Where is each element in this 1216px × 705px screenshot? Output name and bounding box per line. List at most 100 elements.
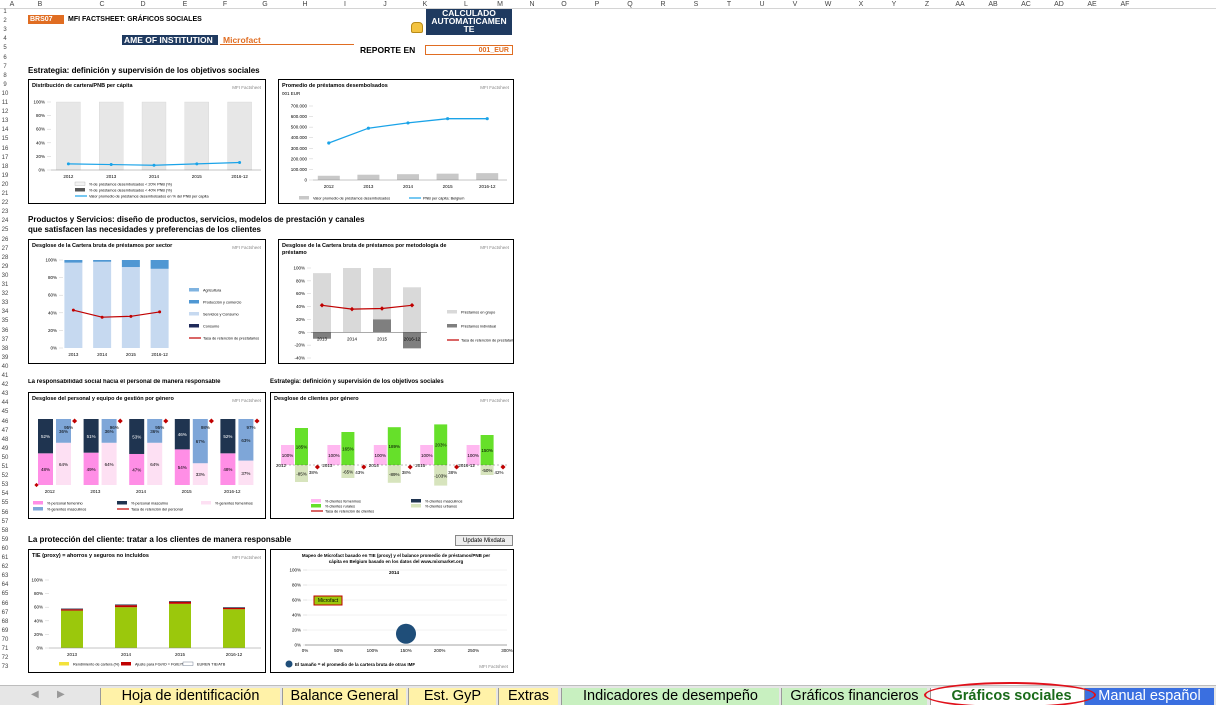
row-number[interactable]: 58: [0, 528, 10, 535]
column-letter[interactable]: G: [245, 0, 285, 9]
row-number[interactable]: 35: [0, 318, 10, 325]
column-letter[interactable]: K: [406, 0, 444, 9]
column-letter[interactable]: M: [484, 0, 516, 9]
column-letter[interactable]: H: [285, 0, 325, 9]
sheet-tab[interactable]: Balance General: [282, 688, 406, 705]
sheet-tab[interactable]: Indicadores de desempeño: [561, 688, 779, 705]
column-letter[interactable]: L: [451, 0, 481, 9]
column-letter[interactable]: AF: [1109, 0, 1141, 9]
row-number[interactable]: 33: [0, 300, 10, 307]
row-number[interactable]: 21: [0, 191, 10, 198]
row-number[interactable]: 64: [0, 582, 10, 589]
row-number[interactable]: 41: [0, 373, 10, 380]
column-letter[interactable]: C: [82, 0, 122, 9]
row-number[interactable]: 12: [0, 109, 10, 116]
row-number[interactable]: 43: [0, 391, 10, 398]
column-letter[interactable]: V: [779, 0, 811, 9]
column-letter[interactable]: R: [647, 0, 679, 9]
row-number[interactable]: 71: [0, 646, 10, 653]
column-letter[interactable]: B: [9, 0, 71, 9]
row-number[interactable]: 2: [0, 18, 10, 25]
row-number[interactable]: 73: [0, 664, 10, 671]
row-number[interactable]: 32: [0, 291, 10, 298]
row-number[interactable]: 59: [0, 537, 10, 544]
institution-value[interactable]: Microfact: [220, 35, 354, 45]
row-number[interactable]: 25: [0, 227, 10, 234]
column-letter[interactable]: AE: [1076, 0, 1108, 9]
row-number[interactable]: 29: [0, 264, 10, 271]
row-number[interactable]: 4: [0, 36, 10, 43]
row-number[interactable]: 55: [0, 500, 10, 507]
column-letter[interactable]: F: [205, 0, 245, 9]
row-number[interactable]: 53: [0, 482, 10, 489]
row-number[interactable]: 10: [0, 91, 10, 98]
column-letter[interactable]: AD: [1043, 0, 1075, 9]
row-number[interactable]: 49: [0, 446, 10, 453]
row-number[interactable]: 42: [0, 382, 10, 389]
sheet-tab[interactable]: Extras: [498, 688, 558, 705]
row-number[interactable]: 66: [0, 601, 10, 608]
column-letter[interactable]: D: [123, 0, 163, 9]
update-mixdata-button[interactable]: Update Mixdata: [455, 535, 513, 546]
row-number[interactable]: 7: [0, 64, 10, 71]
row-number[interactable]: 54: [0, 491, 10, 498]
column-letter[interactable]: AB: [977, 0, 1009, 9]
row-number[interactable]: 3: [0, 27, 10, 34]
row-number[interactable]: 31: [0, 282, 10, 289]
row-number[interactable]: 1: [0, 9, 10, 16]
row-number[interactable]: 70: [0, 637, 10, 644]
row-number[interactable]: 24: [0, 218, 10, 225]
row-number[interactable]: 62: [0, 564, 10, 571]
row-number[interactable]: 26: [0, 237, 10, 244]
column-letter[interactable]: S: [680, 0, 712, 9]
column-letter[interactable]: Z: [911, 0, 943, 9]
row-number[interactable]: 52: [0, 473, 10, 480]
row-number[interactable]: 13: [0, 118, 10, 125]
row-number[interactable]: 67: [0, 610, 10, 617]
row-number[interactable]: 48: [0, 437, 10, 444]
column-letter[interactable]: I: [325, 0, 365, 9]
column-letter[interactable]: U: [746, 0, 778, 9]
row-number[interactable]: 60: [0, 546, 10, 553]
row-number[interactable]: 38: [0, 346, 10, 353]
column-letter[interactable]: Y: [878, 0, 910, 9]
row-number[interactable]: 69: [0, 628, 10, 635]
column-letter[interactable]: AA: [944, 0, 976, 9]
row-number[interactable]: 23: [0, 209, 10, 216]
column-letter[interactable]: E: [165, 0, 205, 9]
row-number[interactable]: 6: [0, 55, 10, 62]
row-number[interactable]: 14: [0, 127, 10, 134]
column-letter[interactable]: X: [845, 0, 877, 9]
column-letter[interactable]: Q: [614, 0, 646, 9]
row-number[interactable]: 50: [0, 455, 10, 462]
row-number[interactable]: 19: [0, 173, 10, 180]
column-letter[interactable]: P: [581, 0, 613, 9]
row-number[interactable]: 17: [0, 155, 10, 162]
row-number[interactable]: 46: [0, 419, 10, 426]
row-number[interactable]: 30: [0, 273, 10, 280]
row-number[interactable]: 40: [0, 364, 10, 371]
row-number[interactable]: 51: [0, 464, 10, 471]
row-number[interactable]: 20: [0, 182, 10, 189]
row-number[interactable]: 72: [0, 655, 10, 662]
row-number[interactable]: 65: [0, 591, 10, 598]
row-number[interactable]: 28: [0, 255, 10, 262]
column-letter[interactable]: T: [713, 0, 745, 9]
row-number[interactable]: 16: [0, 146, 10, 153]
row-number[interactable]: 34: [0, 309, 10, 316]
row-number[interactable]: 39: [0, 355, 10, 362]
scroll-right-icon[interactable]: ▶: [57, 689, 65, 700]
row-number[interactable]: 5: [0, 45, 10, 52]
row-number[interactable]: 68: [0, 619, 10, 626]
row-number[interactable]: 61: [0, 555, 10, 562]
row-number[interactable]: 22: [0, 200, 10, 207]
row-number[interactable]: 57: [0, 519, 10, 526]
sheet-tab[interactable]: Hoja de identificación: [100, 688, 280, 705]
column-letter[interactable]: O: [548, 0, 580, 9]
row-number[interactable]: 47: [0, 428, 10, 435]
row-number[interactable]: 37: [0, 337, 10, 344]
row-number[interactable]: 15: [0, 136, 10, 143]
column-letter[interactable]: AC: [1010, 0, 1042, 9]
column-letter[interactable]: N: [516, 0, 548, 9]
row-number[interactable]: 18: [0, 164, 10, 171]
